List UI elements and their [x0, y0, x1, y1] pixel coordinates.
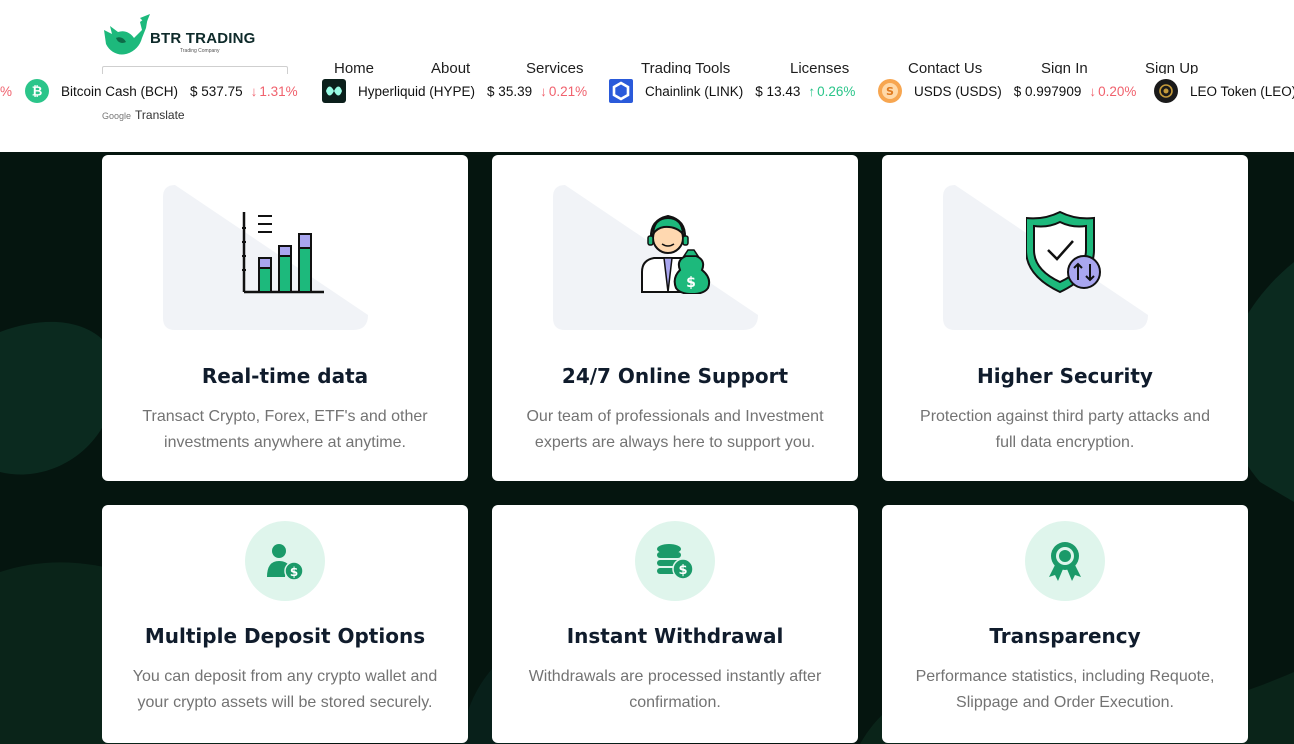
- site-header: BTR TRADING Trading Company Google Transl…: [0, 0, 1294, 152]
- coin-change-value: 0.26%: [817, 83, 856, 99]
- feature-description: You can deposit from any crypto wallet a…: [132, 668, 438, 711]
- support-agent-icon: $: [641, 214, 711, 294]
- features-section: Real-time data Transact Crypto, Forex, E…: [0, 152, 1294, 744]
- icon-circle: $: [635, 521, 715, 601]
- feature-title: Real-time data: [201, 364, 369, 388]
- coin-change-value: 0.20%: [1098, 83, 1137, 99]
- user-dollar-icon: $: [267, 544, 304, 581]
- chainlink-icon: [609, 79, 633, 103]
- up-arrow-icon: ↑: [808, 83, 816, 99]
- svg-text:S: S: [886, 85, 894, 98]
- coin-change-value: 1.31%: [259, 83, 298, 99]
- down-arrow-icon: ↓: [1089, 83, 1097, 99]
- feature-card-online-support: $ 24/7 Online Support Our team of profes…: [492, 155, 858, 481]
- bar-chart-icon: [242, 212, 324, 294]
- down-arrow-icon: ↓: [250, 83, 258, 99]
- coins-dollar-icon: $: [657, 544, 694, 580]
- coin-price: $ 537.75: [190, 83, 243, 99]
- ticker-item-hype[interactable]: Hyperliquid (HYPE) $ 35.39 ↓ 0.21%: [322, 74, 587, 108]
- google-translate-credit[interactable]: Google Translate: [102, 108, 185, 122]
- coin-change: ↓ 1.31%: [251, 84, 298, 99]
- feature-card-realtime-data: Real-time data Transact Crypto, Forex, E…: [102, 155, 468, 481]
- feature-card-instant-withdrawal: $ Instant Withdrawal Withdrawals are pro…: [492, 505, 858, 743]
- feature-description: Withdrawals are processed instantly afte…: [528, 668, 822, 711]
- usds-icon: S: [878, 79, 902, 103]
- feature-description: Performance statistics, including Requot…: [915, 668, 1215, 711]
- feature-card-transparency: Transparency Performance statistics, inc…: [882, 505, 1248, 743]
- feature-title: Instant Withdrawal: [566, 624, 784, 648]
- feature-description: Our team of professionals and Investment…: [526, 408, 824, 451]
- bull-logo-icon: [104, 14, 150, 55]
- coin-name: Bitcoin Cash (BCH): [61, 83, 179, 99]
- ticker-item-link[interactable]: Chainlink (LINK) $ 13.43 ↑ 0.26%: [609, 74, 855, 108]
- ticker-fragment-text: %: [0, 83, 13, 99]
- feature-title: Higher Security: [977, 364, 1153, 388]
- shield-check-icon: [1026, 210, 1101, 294]
- svg-text:$: $: [678, 563, 687, 578]
- translate-label: Translate: [135, 108, 185, 122]
- feature-card-deposit-options: $ Multiple Deposit Options You can depos…: [102, 505, 468, 743]
- coin-change-value: 0.21%: [548, 83, 588, 99]
- google-label: Google: [102, 111, 132, 121]
- ticker-item-usds[interactable]: S USDS (USDS) $ 0.997909 ↓ 0.20%: [878, 74, 1136, 108]
- coin-name: Hyperliquid (HYPE): [358, 83, 476, 99]
- ticker-fragment: %: [0, 74, 12, 108]
- feature-title: 24/7 Online Support: [561, 364, 789, 388]
- ticker-item-bch[interactable]: ₿ Bitcoin Cash (BCH) $ 537.75 ↓ 1.31%: [25, 74, 298, 108]
- hyperliquid-icon: [322, 79, 346, 103]
- coin-change: ↓ 0.21%: [540, 84, 587, 99]
- brand-logo[interactable]: BTR TRADING Trading Company: [102, 12, 272, 62]
- coin-change: ↓ 0.20%: [1089, 84, 1136, 99]
- coin-price: $ 0.997909: [1013, 83, 1082, 99]
- coin-price: $ 13.43: [755, 83, 801, 99]
- brand-tagline: Trading Company: [180, 48, 220, 54]
- icon-circle: $: [245, 521, 325, 601]
- coin-name: Chainlink (LINK): [645, 83, 744, 99]
- icon-circle: [1025, 521, 1105, 601]
- coin-name: LEO Token (LEO): [1190, 83, 1294, 99]
- feature-title: Transparency: [989, 624, 1141, 648]
- svg-text:₿: ₿: [32, 85, 43, 100]
- coin-name: USDS (USDS): [914, 83, 1002, 99]
- feature-title: Multiple Deposit Options: [144, 624, 426, 648]
- down-arrow-icon: ↓: [540, 83, 547, 99]
- bitcoin-cash-icon: ₿: [25, 79, 49, 103]
- feature-description: Transact Crypto, Forex, ETF's and other …: [142, 408, 428, 451]
- ticker-item-leo[interactable]: LEO Token (LEO): [1154, 74, 1294, 108]
- award-badge-icon: [1049, 542, 1081, 581]
- coin-change: ↑ 0.26%: [808, 84, 855, 99]
- leo-token-icon: [1154, 79, 1178, 103]
- crypto-price-ticker: % ₿ Bitcoin Cash (BCH) $ 537.75 ↓ 1.31% H…: [0, 74, 1294, 108]
- coin-price: $ 35.39: [487, 83, 533, 99]
- feature-description: Protection against third party attacks a…: [920, 408, 1210, 451]
- svg-text:$: $: [686, 275, 696, 291]
- feature-card-higher-security: Higher Security Protection against third…: [882, 155, 1248, 481]
- svg-text:$: $: [290, 565, 298, 579]
- brand-name: BTR TRADING: [150, 30, 256, 47]
